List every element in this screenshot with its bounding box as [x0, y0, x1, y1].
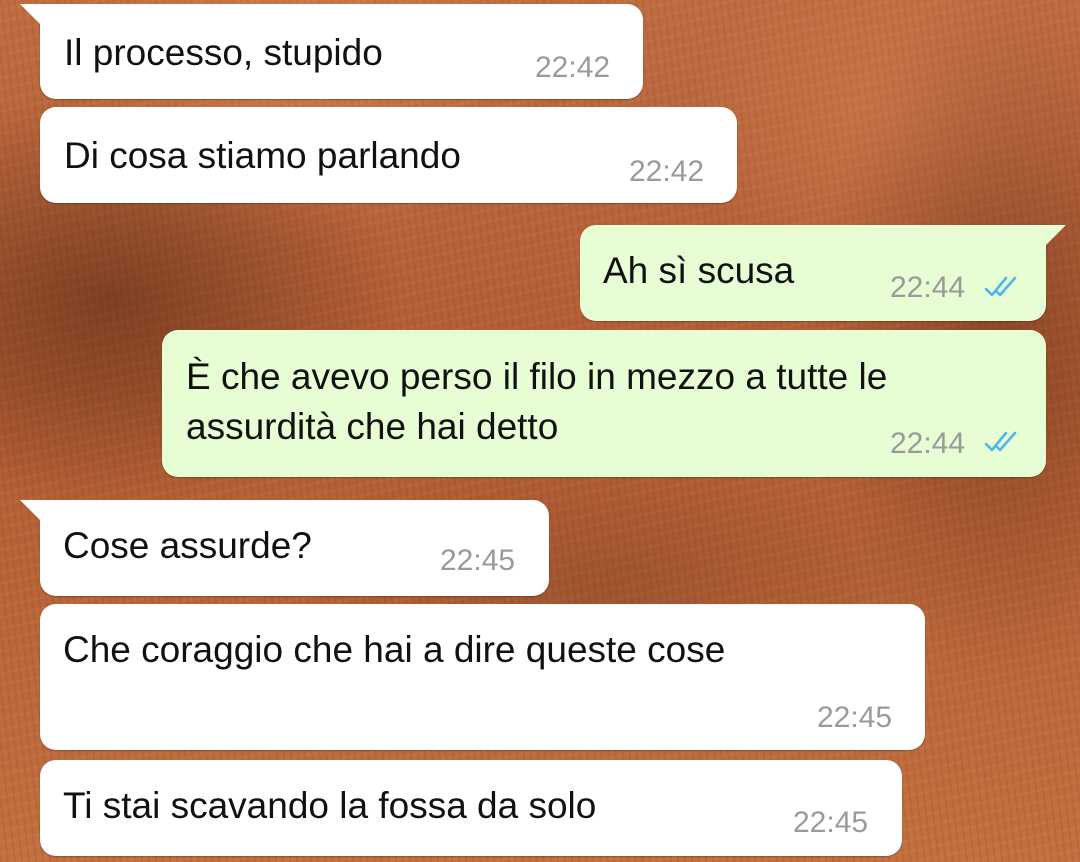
message-text-line-1: È che avevo perso il filo in mezzo a tut…	[186, 356, 888, 397]
message-text: Il processo, stupido	[64, 32, 383, 73]
bubble-tail-icon	[20, 4, 42, 26]
outgoing-message[interactable]: Ah sì scusa 22:44	[580, 225, 1066, 321]
message-time: 22:45	[817, 701, 893, 734]
message-time: 22:42	[629, 155, 705, 188]
message-time: 22:44	[890, 427, 966, 460]
read-double-check-icon	[984, 431, 1017, 452]
message-text: Ti stai scavando la fossa da solo	[63, 785, 597, 826]
outgoing-message[interactable]: È che avevo perso il filo in mezzo a tut…	[162, 330, 1046, 477]
incoming-message[interactable]: Di cosa stiamo parlando 22:42	[40, 107, 737, 203]
incoming-message[interactable]: Che coraggio che hai a dire queste cose …	[40, 604, 925, 750]
message-text: Ah sì scusa	[603, 250, 795, 291]
message-time: 22:45	[793, 806, 869, 839]
message-time: 22:45	[440, 544, 516, 577]
message-time: 22:44	[890, 271, 966, 304]
message-text-line-2: assurdità che hai detto	[186, 406, 559, 447]
message-text: Che coraggio che hai a dire queste cose	[63, 629, 726, 670]
incoming-message[interactable]: Ti stai scavando la fossa da solo 22:45	[40, 760, 902, 856]
incoming-message[interactable]: Cose assurde? 22:45	[20, 500, 549, 596]
message-text: Cose assurde?	[63, 525, 312, 566]
message-text: Di cosa stiamo parlando	[64, 135, 461, 176]
bubble-tail-icon	[1044, 225, 1066, 247]
read-double-check-icon	[984, 276, 1017, 297]
incoming-message[interactable]: Il processo, stupido 22:42	[20, 4, 643, 99]
bubble-tail-icon	[20, 500, 42, 522]
message-time: 22:42	[535, 51, 611, 84]
